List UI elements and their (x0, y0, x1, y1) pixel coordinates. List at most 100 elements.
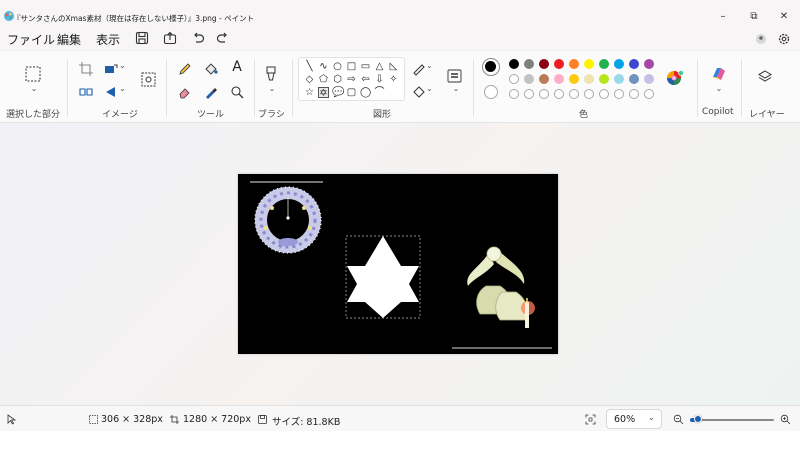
magnifier-icon[interactable] (229, 84, 245, 100)
shape-option-9[interactable]: ⬠ (318, 74, 329, 85)
custom-color-slot[interactable] (644, 89, 654, 99)
shape-option-14[interactable]: ✧ (388, 74, 399, 85)
color-picker-icon[interactable] (203, 84, 219, 100)
account-icon[interactable] (752, 30, 770, 48)
custom-color-slot[interactable] (599, 89, 609, 99)
stroke-size-icon[interactable] (446, 68, 463, 85)
zoom-slider[interactable] (690, 415, 774, 423)
shape-option-19[interactable]: ◯ (360, 87, 371, 98)
shape-option-6[interactable]: △ (374, 61, 385, 72)
custom-color-slot[interactable] (569, 89, 579, 99)
shape-option-17[interactable]: 💬 (332, 87, 344, 98)
color-swatch[interactable] (509, 74, 519, 84)
shape-option-12[interactable]: ⇦ (360, 74, 371, 85)
custom-color-slot[interactable] (554, 89, 564, 99)
zoom-select[interactable]: 60% ⌄ (606, 409, 662, 429)
menu-file[interactable]: ファイル (7, 31, 55, 48)
stroke-chevron-down-icon[interactable]: ⌄ (448, 84, 464, 100)
color-swatch[interactable] (524, 59, 534, 69)
color-swatch[interactable] (614, 74, 624, 84)
color-swatch[interactable] (524, 74, 534, 84)
zoom-in-icon[interactable] (780, 414, 791, 425)
custom-color-slot[interactable] (614, 89, 624, 99)
rotate-chevron-down-icon[interactable]: ⌄ (119, 84, 135, 100)
color-swatch[interactable] (539, 59, 549, 69)
custom-color-slot[interactable] (539, 89, 549, 99)
close-button[interactable]: ✕ (771, 9, 797, 25)
rotate-icon[interactable] (103, 84, 119, 100)
color-swatch[interactable] (569, 59, 579, 69)
shape-option-13[interactable]: ⇩ (374, 74, 385, 85)
redo-icon[interactable] (215, 30, 231, 46)
shapes-gallery[interactable]: ╲ ∿ ○ □ ▭ △ ◺ ◇ ⬠ ⬡ ⇨ ⇦ ⇩ ✧ ☆ ✡ 💬 ▢ ◯ ⌒ (298, 57, 405, 101)
menu-edit[interactable]: 編集 (57, 31, 81, 48)
brush-chevron-down-icon[interactable]: ⌄ (264, 84, 280, 100)
shape-option-4[interactable]: □ (346, 61, 357, 72)
flip-icon[interactable] (78, 84, 94, 100)
custom-color-slot[interactable] (509, 89, 519, 99)
shape-option-20[interactable]: ⌒ (374, 87, 385, 98)
copilot-icon[interactable] (710, 65, 728, 83)
eraser-icon[interactable] (177, 84, 193, 100)
shape-option-7[interactable]: ◺ (388, 61, 399, 72)
color-swatch[interactable] (644, 74, 654, 84)
share-icon[interactable] (162, 30, 178, 46)
shape-fill-icon[interactable] (411, 84, 427, 100)
color-swatch[interactable] (584, 74, 594, 84)
color-swatch[interactable] (584, 59, 594, 69)
color-swatch[interactable] (569, 74, 579, 84)
color-swatch[interactable] (599, 59, 609, 69)
crop-icon[interactable] (78, 61, 94, 77)
zoom-out-icon[interactable] (673, 414, 684, 425)
fill-chevron-down-icon[interactable]: ⌄ (426, 84, 442, 100)
fill-bucket-icon[interactable] (203, 61, 219, 77)
drawing-canvas[interactable] (238, 174, 558, 354)
shape-option-16[interactable]: ✡ (318, 87, 329, 99)
custom-color-slot[interactable] (524, 89, 534, 99)
shape-outline-icon[interactable] (411, 61, 427, 77)
color-swatch[interactable] (554, 59, 564, 69)
shape-option-1[interactable]: ╲ (304, 61, 315, 72)
shape-option-8[interactable]: ◇ (304, 74, 315, 85)
shape-option-2[interactable]: ∿ (318, 61, 329, 72)
minimize-button[interactable]: – (710, 9, 736, 25)
text-tool-icon[interactable]: A (229, 59, 245, 75)
secondary-color-swatch[interactable] (484, 85, 498, 99)
outline-chevron-down-icon[interactable]: ⌄ (426, 61, 442, 77)
select-rectangle-icon[interactable] (24, 65, 42, 83)
save-icon[interactable] (134, 30, 150, 46)
color-swatch[interactable] (629, 74, 639, 84)
undo-icon[interactable] (190, 30, 206, 46)
image-remove-background-icon[interactable] (140, 71, 157, 88)
custom-color-slot[interactable] (584, 89, 594, 99)
canvas-workspace[interactable] (0, 124, 800, 405)
primary-color-ring[interactable] (482, 58, 500, 76)
restore-button[interactable]: ⧉ (741, 9, 767, 25)
color-swatch[interactable] (599, 74, 609, 84)
shape-option-10[interactable]: ⬡ (332, 74, 343, 85)
color-swatch[interactable] (554, 74, 564, 84)
shape-option-3[interactable]: ○ (332, 61, 343, 72)
shape-option-15[interactable]: ☆ (304, 87, 315, 98)
selection-chevron-down-icon[interactable]: ⌄ (26, 84, 42, 100)
color-swatch[interactable] (509, 59, 519, 69)
shape-option-11[interactable]: ⇨ (346, 74, 357, 85)
color-swatch[interactable] (629, 59, 639, 69)
custom-color-slot[interactable] (629, 89, 639, 99)
color-swatch[interactable] (644, 59, 654, 69)
edit-colors-icon[interactable] (666, 69, 684, 87)
color-swatch[interactable] (539, 74, 549, 84)
shape-option-5[interactable]: ▭ (360, 61, 371, 72)
resize-icon[interactable] (103, 61, 119, 77)
copilot-chevron-down-icon[interactable]: ⌄ (711, 84, 727, 100)
shape-option-18[interactable]: ▢ (346, 87, 357, 98)
resize-chevron-down-icon[interactable]: ⌄ (119, 61, 135, 77)
menu-view[interactable]: 表示 (96, 31, 120, 48)
color-swatch[interactable] (614, 59, 624, 69)
pencil-icon[interactable] (177, 61, 193, 77)
fit-to-window-icon[interactable] (585, 414, 596, 425)
settings-gear-icon[interactable] (775, 30, 793, 48)
layers-icon[interactable] (757, 69, 773, 85)
zoom-slider-thumb[interactable] (694, 415, 703, 423)
brush-icon[interactable] (263, 65, 279, 83)
